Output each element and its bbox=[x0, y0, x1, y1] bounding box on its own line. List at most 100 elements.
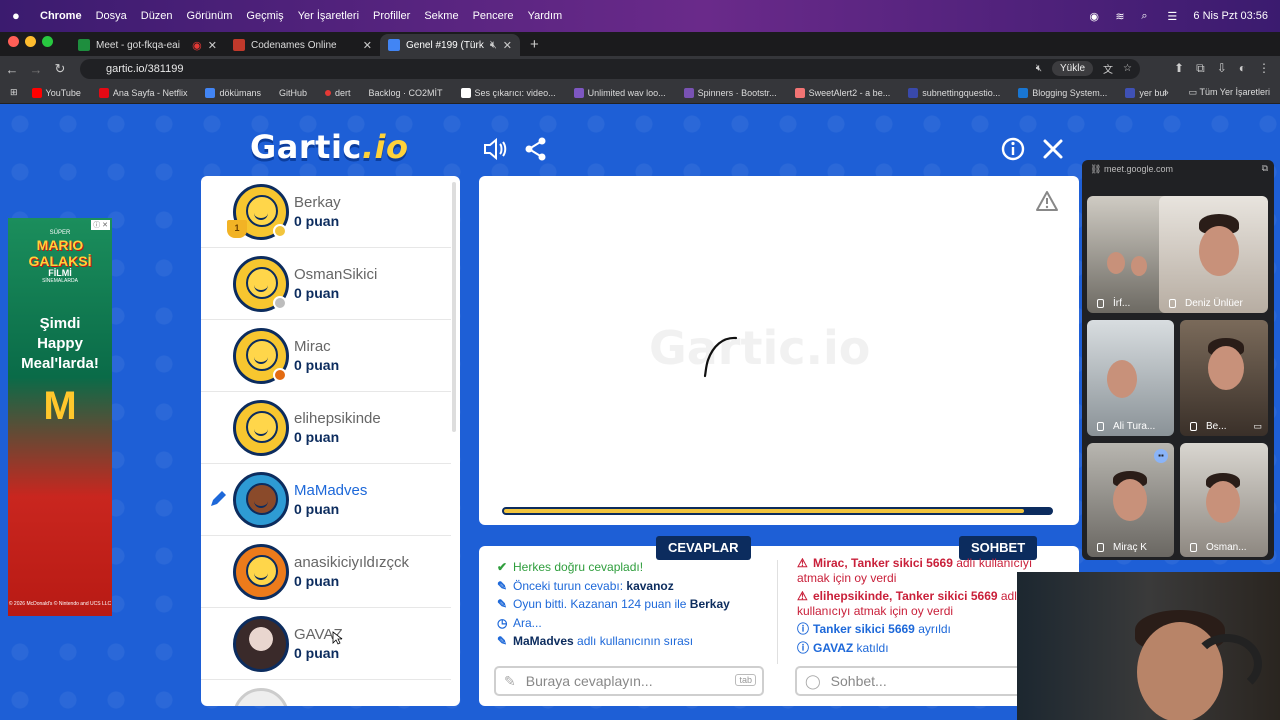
meet-tile[interactable]: ▪▪ Miraç K bbox=[1087, 443, 1174, 557]
menu-view[interactable]: Görünüm bbox=[187, 10, 233, 22]
menubar-clock[interactable]: 6 Nis Pzt 03:56 bbox=[1193, 10, 1268, 22]
tab-codenames[interactable]: Codenames Online ✕ bbox=[225, 34, 380, 56]
pip-return-icon[interactable]: ⧉ bbox=[1262, 163, 1268, 174]
meet-tile[interactable]: Osman... bbox=[1180, 443, 1268, 557]
bookmark-netflix[interactable]: Ana Sayfa - Netflix bbox=[98, 87, 187, 98]
players-scrollbar[interactable] bbox=[452, 182, 456, 432]
close-icon[interactable] bbox=[1040, 136, 1066, 162]
answer-input[interactable]: ✎ Buraya cevaplayın... tab bbox=[494, 666, 764, 696]
translate-icon[interactable]: 文 bbox=[1103, 61, 1113, 76]
sound-icon[interactable] bbox=[482, 136, 508, 162]
screen-share-icon[interactable]: ▭ bbox=[1253, 421, 1262, 432]
player-row[interactable]: OsmanSikici 0 puan bbox=[201, 248, 451, 320]
mute-tab-icon[interactable]: 🔇︎ bbox=[490, 39, 497, 52]
bookmark-label: GitHub bbox=[278, 87, 307, 98]
mcdonalds-ad[interactable]: ⓘ ✕ SÜPER MARIO GALAKSİ FİLMİ SİNEMALARD… bbox=[8, 218, 112, 616]
share-icon[interactable] bbox=[523, 136, 549, 162]
meet-tile[interactable]: Ali Tura... bbox=[1087, 320, 1174, 436]
pencil-icon: ✎ bbox=[504, 672, 516, 689]
player-row[interactable]: anasikiciyıldızçck 0 puan bbox=[201, 536, 451, 608]
bookmark-label: SweetAlert2 - a be... bbox=[808, 87, 891, 98]
bookmark-dert[interactable]: dert bbox=[325, 88, 351, 98]
message-text: adlı kullanıcıyı bbox=[952, 556, 1033, 570]
answers-title: CEVAPLAR bbox=[656, 536, 751, 560]
pin-icon[interactable] bbox=[1097, 543, 1104, 552]
install-app-button[interactable]: Yükle bbox=[1052, 61, 1094, 76]
chat-bubble-icon: ◯ bbox=[805, 672, 821, 689]
tab-gartic[interactable]: Genel #199 (Türkçe) - Gar 🔇︎ ✕ bbox=[380, 34, 520, 56]
control-center-icon[interactable]: ☰ bbox=[1167, 10, 1181, 23]
menu-window[interactable]: Pencere bbox=[473, 10, 514, 22]
apps-grid-icon[interactable]: ⊞ bbox=[10, 87, 18, 98]
ad-title1: MARIO bbox=[36, 237, 84, 253]
pin-icon[interactable] bbox=[1169, 299, 1176, 308]
pin-icon[interactable] bbox=[1190, 543, 1197, 552]
close-tab-icon[interactable]: ✕ bbox=[363, 39, 372, 52]
search-icon[interactable]: ⌕ bbox=[1141, 10, 1155, 22]
meet-pip-window[interactable]: ⛓ meet.google.com ⧉ İrf... Deniz Ünlüer … bbox=[1082, 160, 1274, 560]
forward-icon[interactable]: → bbox=[24, 62, 48, 77]
menu-bookmarks[interactable]: Yer İşaretleri bbox=[298, 10, 359, 22]
meet-tile[interactable]: Be... ▭ bbox=[1180, 320, 1268, 436]
wifi-icon[interactable]: ≋ bbox=[1115, 10, 1129, 23]
menu-edit[interactable]: Düzen bbox=[141, 10, 173, 22]
bookmark-ses[interactable]: Ses çıkarıcı: video... bbox=[460, 87, 556, 98]
tab-meet[interactable]: Meet - got-fkqa-eai ◉ ✕ bbox=[70, 34, 225, 56]
player-row[interactable]: GAVAZ 0 puan bbox=[201, 608, 451, 680]
menu-app[interactable]: Chrome bbox=[40, 10, 82, 22]
menu-profiles[interactable]: Profiller bbox=[373, 10, 410, 22]
bookmark-wav[interactable]: Unlimited wav loo... bbox=[573, 87, 666, 98]
kebab-menu-icon[interactable]: ⋮ bbox=[1258, 61, 1270, 76]
meet-tile[interactable]: Deniz Ünlüer bbox=[1159, 196, 1268, 313]
pin-icon[interactable] bbox=[1097, 299, 1104, 308]
bookmark-sweetalert[interactable]: SweetAlert2 - a be... bbox=[794, 87, 891, 98]
menu-help[interactable]: Yardım bbox=[528, 10, 563, 22]
drawing-canvas[interactable]: Gartic.io bbox=[479, 176, 1079, 525]
download-icon[interactable]: ⇩ bbox=[1217, 61, 1227, 76]
player-row[interactable]: elihepsikinde 0 puan bbox=[201, 392, 451, 464]
bookmark-spinners[interactable]: Spinners · Bootstr... bbox=[683, 87, 777, 98]
message-text: kullanıcıyı atmak için oy verdi bbox=[797, 603, 954, 618]
menu-file[interactable]: Dosya bbox=[96, 10, 127, 22]
close-tab-icon[interactable]: ✕ bbox=[503, 39, 512, 52]
chat-input[interactable]: ◯ Sohbet... bbox=[795, 666, 1025, 696]
bookmark-subnetting[interactable]: subnettingquestio... bbox=[908, 87, 1000, 98]
reload-icon[interactable]: ↻ bbox=[48, 61, 72, 77]
close-window-button[interactable] bbox=[8, 36, 19, 47]
player-row[interactable]: Mirac 0 puan bbox=[201, 320, 451, 392]
bookmark-blogging[interactable]: Blogging System... bbox=[1018, 87, 1107, 98]
bookmark-backlog[interactable]: Backlog · CO2MİT bbox=[369, 88, 443, 98]
bookmark-dokumans[interactable]: dökümans bbox=[205, 87, 261, 98]
mute-site-icon[interactable]: 🔇︎ bbox=[1036, 63, 1042, 74]
ad-choices-icon[interactable]: ⓘ ✕ bbox=[91, 220, 110, 230]
info-icon[interactable] bbox=[1000, 136, 1026, 162]
apple-icon[interactable]: ● bbox=[12, 9, 26, 23]
bookmark-star-icon[interactable]: ☆ bbox=[1123, 63, 1132, 74]
menu-history[interactable]: Geçmiş bbox=[246, 10, 283, 22]
report-warning-icon[interactable] bbox=[1035, 190, 1059, 212]
screen-record-icon[interactable]: ◉ bbox=[1089, 10, 1103, 23]
player-row[interactable]: 1 Berkay 0 puan bbox=[201, 176, 451, 248]
player-row[interactable]: MaMadves 0 puan bbox=[201, 464, 451, 536]
player-row[interactable] bbox=[201, 680, 451, 706]
player-name: MaMadves bbox=[294, 482, 368, 499]
all-bookmarks-folder[interactable]: ▭ Tüm Yer İşaretleri bbox=[1189, 87, 1270, 98]
back-icon[interactable]: ← bbox=[0, 62, 24, 77]
maximize-window-button[interactable] bbox=[42, 36, 53, 47]
gartic-logo[interactable]: Gartic.io bbox=[250, 128, 408, 166]
new-tab-button[interactable]: + bbox=[530, 34, 539, 56]
pin-icon[interactable] bbox=[1190, 422, 1197, 431]
puzzle-icon[interactable]: ⧉ bbox=[1196, 61, 1205, 76]
minimize-window-button[interactable] bbox=[25, 36, 36, 47]
bookmark-youtube[interactable]: YouTube bbox=[31, 87, 81, 98]
close-tab-icon[interactable]: ✕ bbox=[208, 39, 217, 52]
bookmark-yerbul[interactable]: yer bul bbox=[1125, 87, 1166, 98]
pin-icon[interactable] bbox=[1097, 422, 1104, 431]
extension-icon[interactable]: ⬆ bbox=[1174, 61, 1184, 76]
address-bar[interactable]: gartic.io/381199 🔇︎ Yükle 文 ☆ bbox=[80, 59, 1140, 79]
bookmark-github[interactable]: GitHub bbox=[279, 88, 307, 98]
more-bookmarks-icon[interactable]: » bbox=[1164, 87, 1169, 98]
message-icon: ⓘ bbox=[797, 622, 810, 636]
profile-avatar-icon[interactable]: ◐ bbox=[1239, 61, 1246, 76]
menu-tab[interactable]: Sekme bbox=[424, 10, 458, 22]
